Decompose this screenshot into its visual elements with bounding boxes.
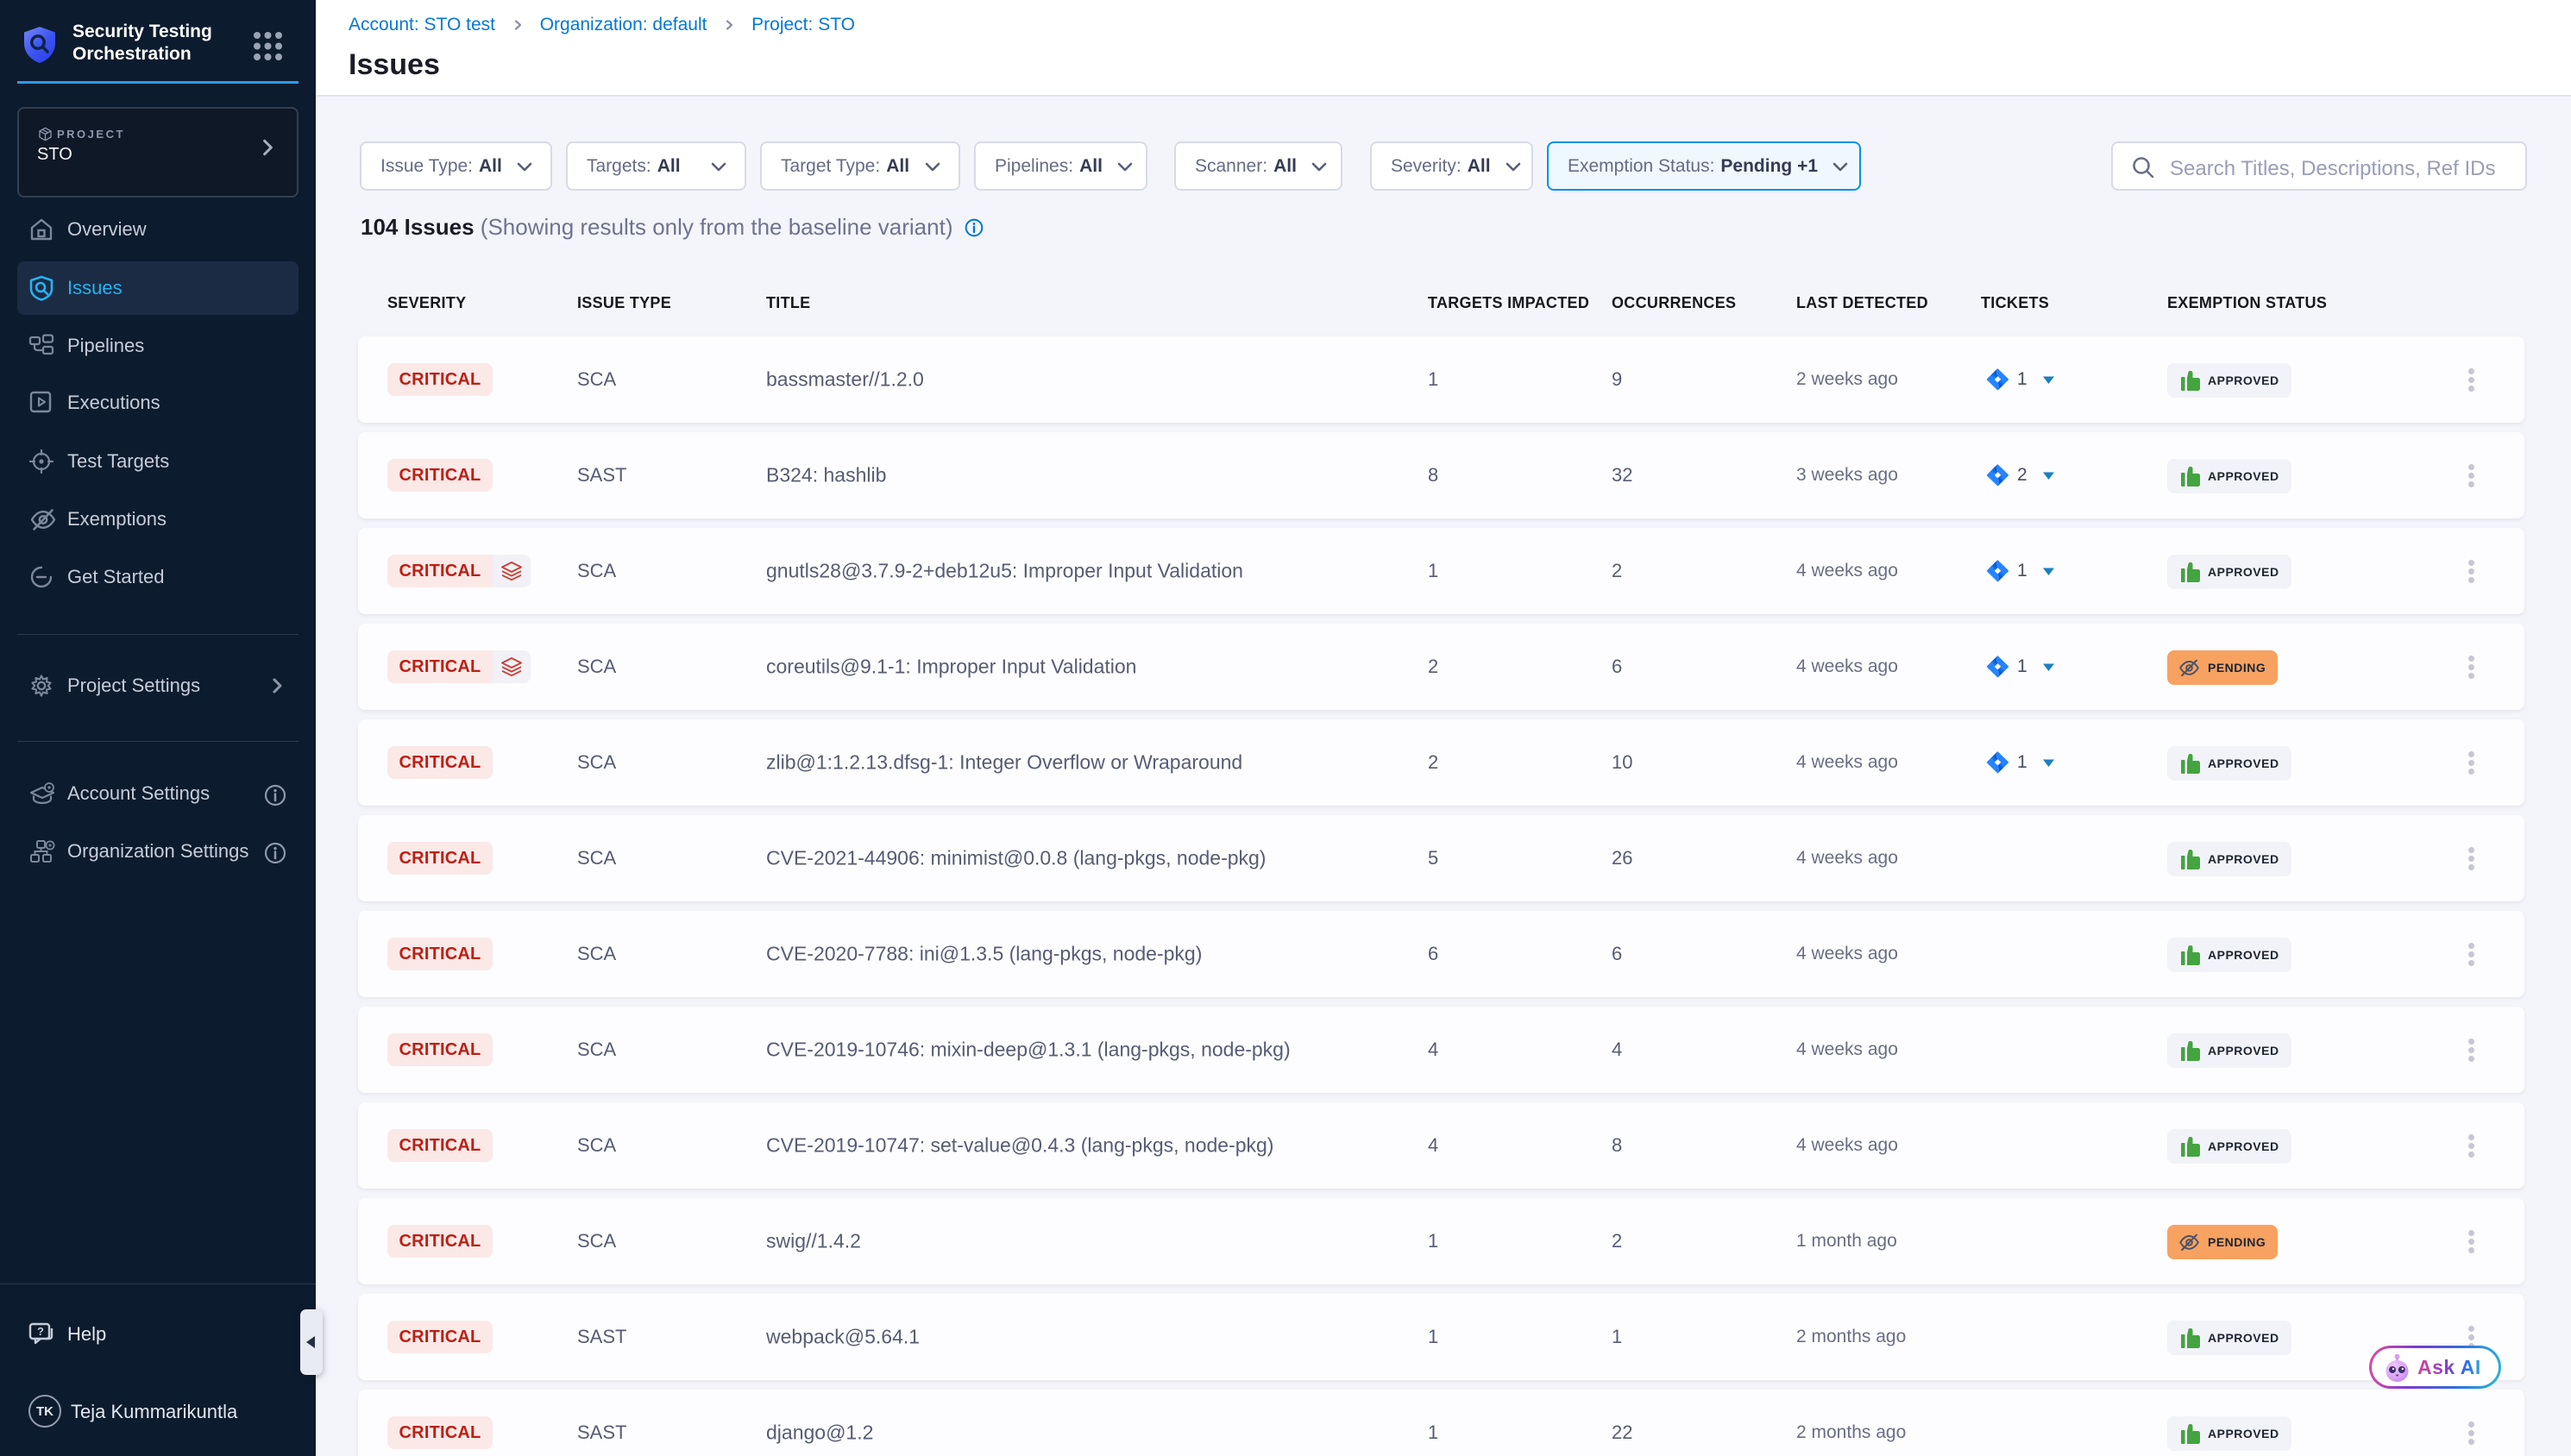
svg-text:?: ? — [37, 1325, 44, 1338]
